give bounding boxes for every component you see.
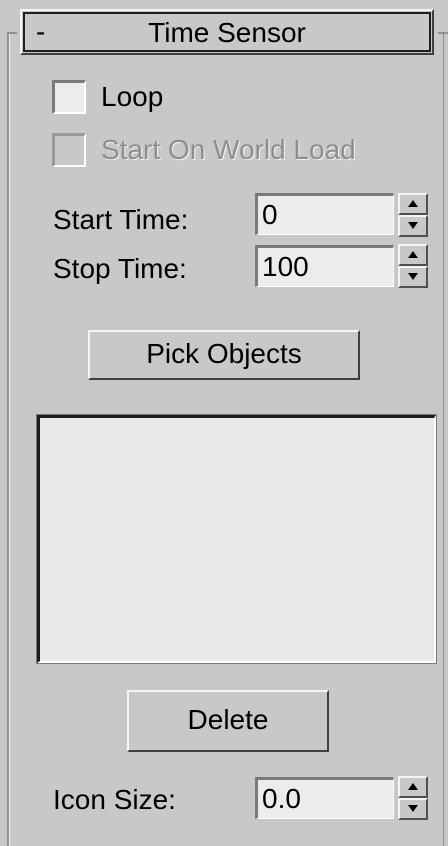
time-sensor-panel: - Time Sensor Loop Start On World Load S… [0, 0, 448, 846]
icon-size-increment-button[interactable] [398, 776, 428, 798]
stop-time-label: Stop Time: [53, 253, 187, 284]
rollout-frame-tick-left [7, 32, 17, 34]
rollout-frame-right [443, 32, 444, 846]
arrow-up-icon [408, 200, 418, 207]
start-on-world-load-row: Start On World Load [52, 128, 356, 172]
pick-objects-button[interactable]: Pick Objects [88, 330, 360, 380]
arrow-down-icon [408, 805, 418, 812]
start-time-increment-button[interactable] [398, 193, 428, 215]
icon-size-spinner[interactable] [398, 776, 428, 820]
delete-button[interactable]: Delete [127, 690, 329, 752]
start-on-world-load-label: Start On World Load [101, 134, 356, 165]
start-time-decrement-button[interactable] [398, 215, 428, 237]
stop-time-spinner[interactable] [398, 244, 428, 288]
arrow-up-icon [408, 783, 418, 790]
rollout-title: Time Sensor [148, 17, 306, 48]
loop-checkbox[interactable] [52, 80, 86, 114]
rollout-header-button[interactable]: - Time Sensor [20, 9, 434, 55]
stop-time-increment-button[interactable] [398, 244, 428, 266]
arrow-up-icon [408, 251, 418, 258]
loop-label: Loop [101, 81, 164, 112]
stop-time-decrement-button[interactable] [398, 266, 428, 288]
arrow-down-icon [408, 273, 418, 280]
start-time-field[interactable] [255, 193, 394, 235]
arrow-down-icon [408, 222, 418, 229]
rollout-frame-tick-right [438, 32, 448, 34]
objects-listbox[interactable] [36, 414, 437, 664]
start-time-spinner[interactable] [398, 193, 428, 237]
icon-size-label: Icon Size: [53, 784, 176, 815]
icon-size-field[interactable] [255, 777, 394, 819]
loop-checkbox-row[interactable]: Loop [52, 75, 163, 119]
icon-size-decrement-button[interactable] [398, 798, 428, 820]
stop-time-field[interactable] [255, 245, 394, 287]
start-on-world-load-checkbox [52, 133, 86, 167]
start-time-label: Start Time: [53, 204, 189, 235]
rollout-frame-left [7, 32, 10, 846]
